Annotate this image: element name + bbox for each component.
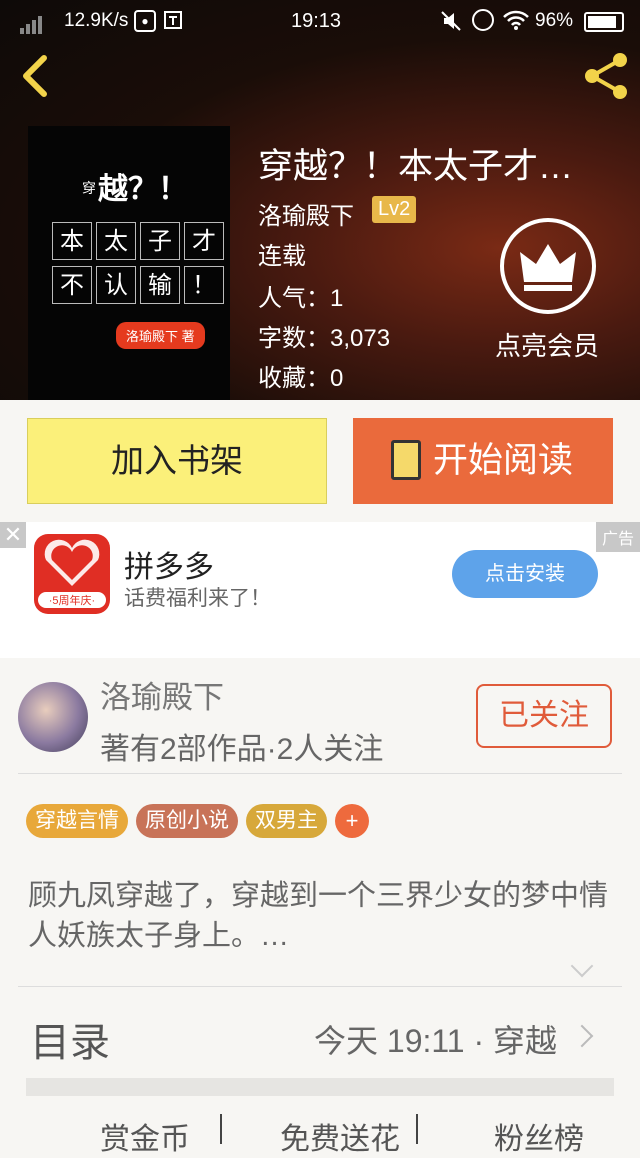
mute-icon [441,11,461,31]
install-button[interactable]: 点击安装 [452,550,598,598]
tab-divider [416,1114,418,1144]
tag-pill[interactable]: 原创小说 [136,804,238,838]
book-author[interactable]: 洛瑜殿下 [258,196,354,231]
cover-title: 越？！ [98,172,188,207]
avatar[interactable] [18,682,88,752]
book-word-count: 字数：3,073 [258,325,391,352]
author-card: 洛瑜殿下 著有2部作品·2人关注 已关注 穿越言情 原创小说 双男主 + 顾九凤… [18,660,622,1156]
cover-author-badge: 洛瑜殿下 著 [116,322,205,349]
cover-title-small: 穿 [82,180,96,196]
section-separator [26,1078,614,1096]
app-logo-badge: ·5周年庆· [38,592,106,608]
follow-button[interactable]: 已关注 [476,684,612,748]
share-icon[interactable] [580,50,632,102]
tab-divider [220,1114,222,1144]
book-icon [391,440,421,480]
book-cover[interactable]: 穿 越？！ 本太子才 不认输！ 洛瑜殿下 著 [28,126,230,400]
back-arrow-icon[interactable] [16,52,56,100]
book-header: 12.9K/s ● 19:13 96% 穿 越？！ 本太子才 不认输！ 洛瑜殿下… [0,0,640,400]
notification-icon: ● [134,10,156,32]
ad-app-name: 拼多多 [124,551,214,584]
clock: 19:13 [291,10,342,32]
add-to-shelf-button[interactable]: 加入书架 [27,418,327,504]
free-flowers-tab[interactable]: 免费送花 [280,1114,400,1158]
wifi-icon [503,10,529,30]
expand-chevron-icon[interactable] [570,954,594,978]
book-title: 穿越？！本太子才… [258,147,574,186]
cover-title-char: 子 [140,222,180,260]
start-reading-label: 开始阅读 [433,441,574,480]
cover-title-char: 本 [52,222,92,260]
network-speed: 12.9K/s [64,10,129,31]
tag-pill[interactable]: 双男主 [246,804,327,838]
toc-label[interactable]: 目录 [30,1010,110,1068]
close-ad-icon[interactable]: ✕ [0,522,26,548]
cover-title-char: 输 [140,266,180,304]
battery-icon [584,12,624,32]
author-level-badge: Lv2 [372,196,417,223]
book-status: 连载 [258,243,306,270]
book-popularity: 人气：1 [258,285,344,312]
add-tag-button[interactable]: + [335,804,369,838]
ad-tag: 广告 [595,522,640,552]
toc-latest-chapter[interactable]: 今天 19:11 · 穿越 [314,1016,557,1062]
cover-title-char: 太 [96,222,136,260]
author-name[interactable]: 洛瑜殿下 [100,672,224,717]
book-description[interactable]: 顾九凤穿越了，穿越到一个三界少女的梦中情人妖族太子身上。… [28,876,618,956]
tag-list: 穿越言情 原创小说 双男主 + [26,804,369,838]
ad-app-subtitle: 话费福利来了！ [124,587,271,610]
status-bar: 12.9K/s ● 19:13 96% [0,0,640,42]
signal-icon [20,12,44,34]
reward-coins-tab[interactable]: 赏金币 [100,1114,190,1158]
member-label[interactable]: 点亮会员 [495,326,599,363]
battery-percent: 96% [535,10,574,31]
crown-icon[interactable] [500,218,596,314]
cover-title-grid: 本太子才 不认输！ [52,222,228,310]
start-reading-button[interactable]: 开始阅读 [353,418,613,504]
cover-title-char: 认 [96,266,136,304]
cover-title-char: 才 [184,222,224,260]
cover-title-char: 不 [52,266,92,304]
alarm-icon [472,9,494,31]
divider [18,986,622,987]
screenshot-icon [164,11,182,29]
cover-title-char: ！ [184,266,224,304]
divider [18,773,622,774]
author-info: 著有2部作品·2人关注 [100,733,384,766]
tag-pill[interactable]: 穿越言情 [26,804,128,838]
ad-banner[interactable]: ✕ 广告 ·5周年庆· 拼多多 话费福利来了！ 点击安装 [0,522,640,658]
fan-ranking-tab[interactable]: 粉丝榜 [494,1114,584,1158]
app-logo: ·5周年庆· [34,534,110,614]
book-favorites: 收藏：0 [258,365,344,392]
chevron-right-icon[interactable] [570,1024,594,1048]
